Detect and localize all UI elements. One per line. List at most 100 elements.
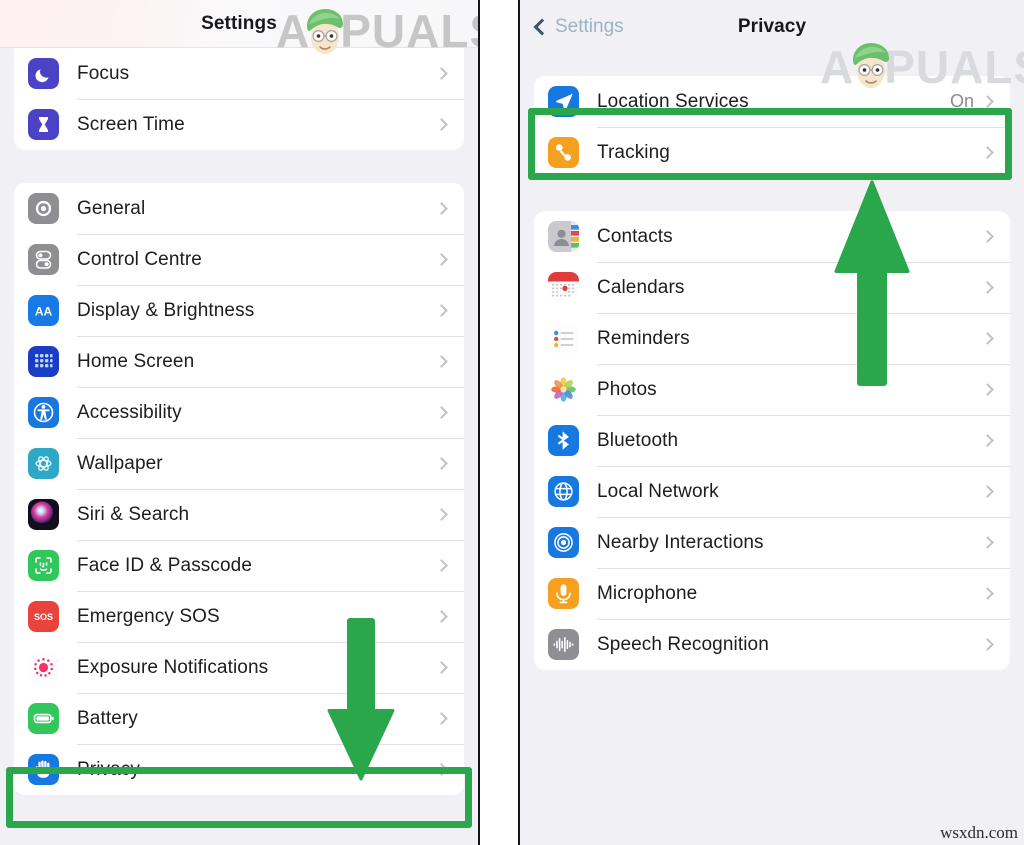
privacy-row-label: Microphone [597, 582, 698, 604]
chevron-right-icon [981, 434, 994, 447]
site-watermark: wsxdn.com [940, 823, 1018, 842]
chevron-right-icon [435, 304, 448, 317]
privacy-row-label: Location Services [597, 90, 749, 112]
local-network-icon [548, 476, 579, 507]
settings-row-label: Control Centre [77, 248, 202, 270]
control-centre-icon [28, 244, 59, 275]
settings-row-label: Wallpaper [77, 452, 163, 474]
chevron-right-icon [435, 67, 448, 80]
settings-row-label: Siri & Search [77, 503, 190, 525]
chevron-right-icon [435, 610, 448, 623]
face-id-icon [28, 550, 59, 581]
photos-icon [548, 374, 579, 405]
chevron-right-icon [981, 383, 994, 396]
privacy-row-tracking[interactable]: Tracking [534, 127, 1010, 178]
chevron-right-icon [435, 712, 448, 725]
battery-icon [28, 703, 59, 734]
settings-row-label: Privacy [77, 758, 140, 780]
privacy-group-apps: Contacts Calendars Reminders Photos Blue… [534, 211, 1010, 670]
privacy-row-label: Nearby Interactions [597, 531, 764, 553]
home-screen-icon [28, 346, 59, 377]
tracking-icon [548, 137, 579, 168]
chevron-right-icon [981, 230, 994, 243]
privacy-row-label: Reminders [597, 327, 690, 349]
microphone-icon [548, 578, 579, 609]
privacy-row-reminders[interactable]: Reminders [534, 313, 1010, 364]
svg-text:SOS: SOS [34, 612, 53, 622]
chevron-right-icon [981, 638, 994, 651]
privacy-row-label: Calendars [597, 276, 685, 298]
privacy-group-location: Location Services On Tracking [534, 76, 1010, 178]
nearby-interactions-icon [548, 527, 579, 558]
settings-row-label: Screen Time [77, 113, 185, 135]
privacy-row-label: Photos [597, 378, 657, 400]
settings-row-emergency-sos[interactable]: SOS Emergency SOS [14, 591, 464, 642]
settings-row-label: Emergency SOS [77, 605, 220, 627]
privacy-scroll-area[interactable]: Location Services On Tracking Contacts C… [520, 54, 1024, 670]
settings-row-siri-search[interactable]: Siri & Search [14, 489, 464, 540]
location-services-icon [548, 86, 579, 117]
siri-search-icon [28, 499, 59, 530]
settings-row-general[interactable]: General [14, 183, 464, 234]
bluetooth-icon [548, 425, 579, 456]
speech-recognition-icon [548, 629, 579, 660]
privacy-row-nearby-interactions[interactable]: Nearby Interactions [534, 517, 1010, 568]
settings-row-label: General [77, 197, 146, 219]
top-gap [520, 54, 1024, 76]
settings-row-wallpaper[interactable]: Wallpaper [14, 438, 464, 489]
chevron-right-icon [435, 457, 448, 470]
chevron-right-icon [435, 202, 448, 215]
settings-row-home-screen[interactable]: Home Screen [14, 336, 464, 387]
settings-row-label: Accessibility [77, 401, 182, 423]
privacy-row-label: Speech Recognition [597, 633, 769, 655]
back-button[interactable]: Settings [533, 16, 624, 38]
settings-row-exposure-notifications[interactable]: Exposure Notifications [14, 642, 464, 693]
chevron-right-icon [435, 508, 448, 521]
chevron-right-icon [435, 559, 448, 572]
chevron-right-icon [981, 485, 994, 498]
back-button-label: Settings [555, 16, 624, 37]
privacy-row-speech-recognition[interactable]: Speech Recognition [534, 619, 1010, 670]
settings-group-system: General Control Centre AA Display & Brig… [14, 183, 464, 795]
general-gear-icon [28, 193, 59, 224]
svg-text:AA: AA [35, 305, 53, 319]
settings-row-face-id[interactable]: Face ID & Passcode [14, 540, 464, 591]
settings-row-focus[interactable]: Focus [14, 48, 464, 99]
accessibility-icon [28, 397, 59, 428]
chevron-right-icon [435, 253, 448, 266]
chevron-right-icon [435, 118, 448, 131]
settings-row-screen-time[interactable]: Screen Time [14, 99, 464, 150]
privacy-row-microphone[interactable]: Microphone [534, 568, 1010, 619]
exposure-notifications-icon [28, 652, 59, 683]
privacy-row-local-network[interactable]: Local Network [534, 466, 1010, 517]
settings-scroll-area[interactable]: Focus Screen Time General Control Centre… [0, 48, 478, 795]
privacy-row-label: Local Network [597, 480, 719, 502]
screenshot-stage: Settings Focus Screen Time General Contr… [0, 0, 1024, 845]
privacy-row-bluetooth[interactable]: Bluetooth [534, 415, 1010, 466]
privacy-row-location-services[interactable]: Location Services On [534, 76, 1010, 127]
settings-group-focus: Focus Screen Time [14, 48, 464, 150]
settings-row-label: Exposure Notifications [77, 656, 269, 678]
settings-row-accessibility[interactable]: Accessibility [14, 387, 464, 438]
chevron-right-icon [981, 281, 994, 294]
chevron-right-icon [981, 146, 994, 159]
settings-row-privacy[interactable]: Privacy [14, 744, 464, 795]
settings-row-label: Battery [77, 707, 138, 729]
privacy-row-photos[interactable]: Photos [534, 364, 1010, 415]
emergency-sos-icon: SOS [28, 601, 59, 632]
chevron-right-icon [981, 587, 994, 600]
privacy-phone-panel: Settings Privacy Location Services On Tr… [518, 0, 1024, 845]
settings-row-label: Display & Brightness [77, 299, 255, 321]
settings-row-label: Focus [77, 62, 130, 84]
settings-row-battery[interactable]: Battery [14, 693, 464, 744]
settings-row-display-brightness[interactable]: AA Display & Brightness [14, 285, 464, 336]
privacy-row-calendars[interactable]: Calendars [534, 262, 1010, 313]
right-navbar: Settings Privacy [520, 0, 1024, 54]
left-navbar: Settings [0, 0, 478, 48]
privacy-row-contacts[interactable]: Contacts [534, 211, 1010, 262]
privacy-row-label: Contacts [597, 225, 673, 247]
settings-phone-panel: Settings Focus Screen Time General Contr… [0, 0, 480, 845]
privacy-row-label: Bluetooth [597, 429, 679, 451]
settings-row-control-centre[interactable]: Control Centre [14, 234, 464, 285]
